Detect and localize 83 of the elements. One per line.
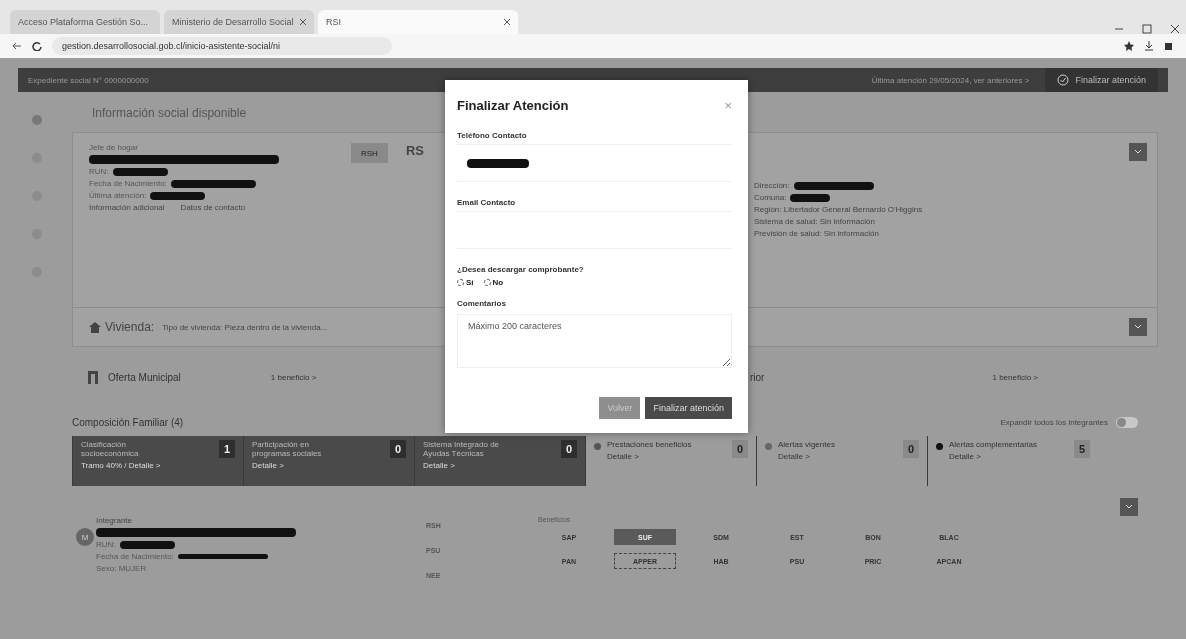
phone-field[interactable] [457, 144, 732, 182]
avatar: M [76, 528, 94, 546]
stat-label: Participación en programas sociales [252, 440, 323, 458]
reload-icon[interactable] [32, 41, 42, 51]
back-icon[interactable] [12, 41, 22, 51]
info-line: Región: Libertador General Bernardo O'Higgins [753, 205, 923, 214]
detail-link[interactable]: Detalle > [252, 461, 384, 470]
stat-label: Sistema Integrado de Ayudas Técnicas [423, 440, 501, 458]
last-visit-link[interactable]: Última atención 29/05/2024, ver anteriores > [871, 75, 1030, 85]
download-icon[interactable] [1144, 41, 1154, 51]
vivienda-label: Vivienda: [105, 320, 155, 334]
info-line: Comuna: [753, 193, 787, 202]
info-line: Dirección: [753, 181, 790, 190]
offer-title: Oferta Municipal [108, 371, 181, 383]
detail-link[interactable]: Detalle > [607, 452, 726, 461]
radio-option[interactable]: No [483, 278, 504, 287]
info-link[interactable]: Información adicional [89, 203, 165, 212]
person-caption: Jefe de hogar [89, 143, 139, 152]
tag-badge: RSH [351, 143, 388, 163]
close-icon [504, 19, 510, 25]
expand-toggle[interactable] [1116, 417, 1138, 428]
field-label: Fecha de Nacimiento: [96, 552, 174, 561]
star-icon[interactable] [1124, 41, 1134, 51]
maximize-icon[interactable] [1142, 24, 1152, 34]
field-label: RUN: [96, 540, 116, 549]
info-line: Sistema de salud: Sin información [753, 217, 875, 226]
count-badge: 0 [390, 440, 406, 458]
offer-title: rior [750, 371, 765, 383]
question-label: ¿Desea descargar comprobante? [457, 265, 585, 274]
info-line: Previsión de salud: Sin información [753, 229, 879, 238]
stat-label: Clasificación socioeconómica [81, 440, 140, 458]
chevron-down-icon [1134, 324, 1142, 330]
toggle-label: Expandir todos los integrantes [1000, 418, 1108, 427]
detail-link[interactable]: Detalle > [423, 461, 555, 470]
browser-tab[interactable]: Acceso Plataforma Gestión So... [10, 10, 160, 34]
vivienda-text: Tipo de vivienda: Pieza dentro de la vivienda... [162, 322, 328, 332]
finish-button[interactable]: Finalizar atención [1045, 68, 1158, 92]
address-bar[interactable]: gestion.desarrollosocial.gob.cl/inicio-asistente-social/ni [52, 37, 392, 55]
field-label: Última atención: [89, 191, 147, 200]
count-badge: 0 [903, 440, 919, 458]
redaction-mark [112, 167, 168, 176]
building-icon [88, 370, 98, 384]
check-circle-icon [1057, 74, 1070, 86]
panel-title: RS [405, 143, 424, 160]
field-label: Teléfono Contacto [457, 131, 528, 140]
section-title: Información social disponible [92, 106, 248, 120]
comments-field[interactable]: Máximo 200 caracteres [457, 314, 732, 368]
field-label: Comentarios [457, 299, 507, 308]
radio-option[interactable]: Sí [457, 278, 474, 287]
stat-label: Alertas vigentes [778, 440, 836, 449]
count-badge: 1 [219, 440, 235, 458]
detail-link[interactable]: Tramo 40% / Detalle > [81, 461, 213, 470]
close-icon [300, 19, 306, 25]
benefit-link[interactable]: 1 beneficio > [270, 372, 317, 382]
redaction-mark [790, 193, 831, 202]
file-number: Expediente social N° 0000000000 [28, 75, 149, 85]
redaction-mark [119, 540, 175, 549]
family-title: Composición Familiar (4) [72, 417, 184, 428]
house-icon [89, 321, 101, 333]
browser-tab[interactable]: RSI [318, 10, 518, 34]
stat-label: Prestaciones beneficios [607, 440, 693, 449]
redaction-mark [150, 191, 206, 200]
count-badge: 0 [561, 440, 577, 458]
close-button[interactable]: × [724, 98, 732, 113]
browser-tab[interactable]: Ministerio de Desarrollo Social [164, 10, 314, 34]
info-link[interactable]: Datos de contacto [180, 203, 246, 212]
detail-link[interactable]: Detalle > [949, 452, 1068, 461]
dialog-title: Finalizar Atención [457, 98, 569, 113]
benefit-link[interactable]: 1 beneficio > [992, 372, 1039, 382]
finish-button[interactable]: Finalizar atención [645, 397, 732, 419]
count-badge: 0 [732, 440, 748, 458]
extension-icon[interactable] [1164, 41, 1174, 51]
field-label: Email Contacto [457, 198, 517, 207]
chevron-down-icon [1134, 149, 1142, 155]
field-label: Fecha de Nacimiento: [89, 179, 167, 188]
count-badge: 5 [1074, 440, 1090, 458]
stat-label: Alertas complementarias [949, 440, 1039, 449]
close-icon[interactable] [1170, 24, 1180, 34]
field-label: RUN: [89, 167, 109, 176]
member-caption: Integrante [96, 516, 134, 525]
redaction-mark [467, 158, 529, 168]
detail-link[interactable]: Detalle > [778, 452, 897, 461]
chevron-down-icon [1125, 504, 1133, 510]
